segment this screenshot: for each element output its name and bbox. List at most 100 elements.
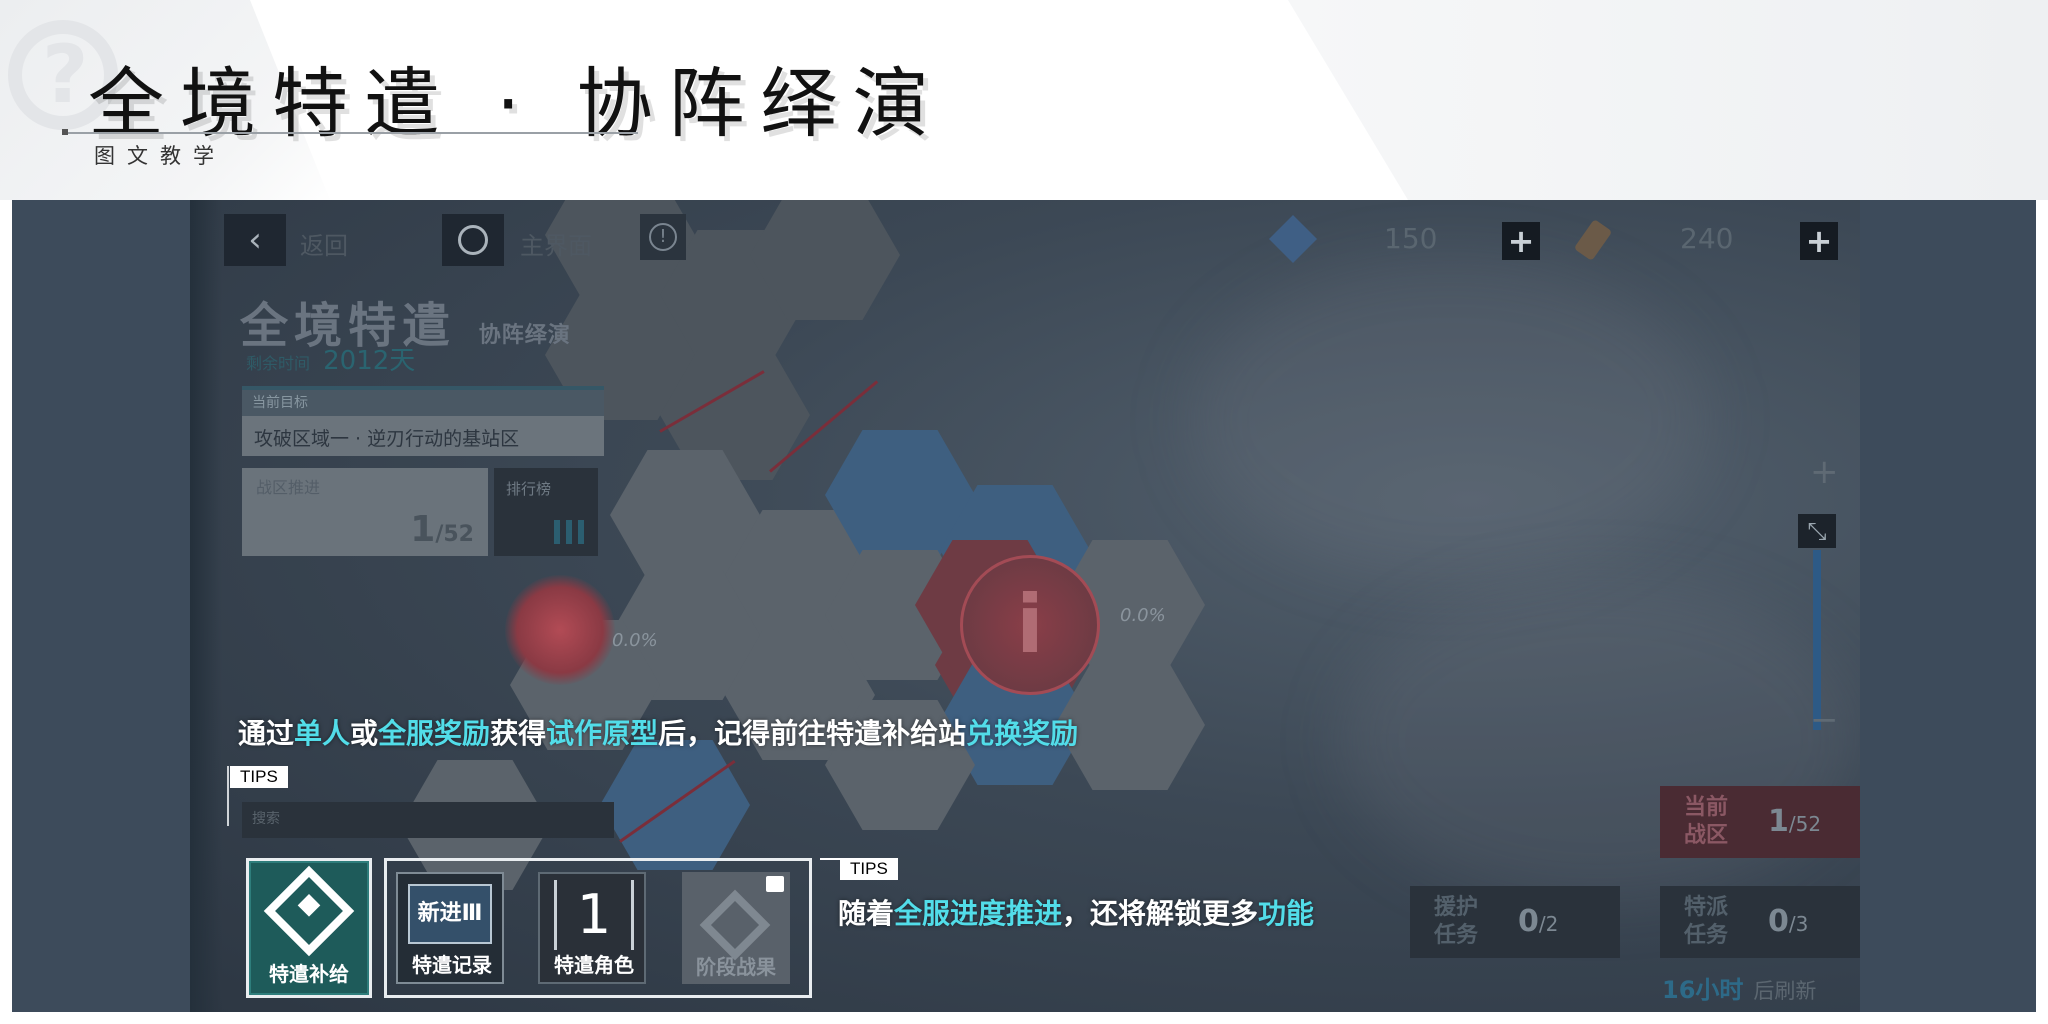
zoom-minus-icon[interactable]: − — [1810, 700, 1839, 740]
stage-title-suffix: 协阵绎演 — [478, 323, 571, 348]
support-task-card[interactable]: 援护任务 0/2 — [1410, 886, 1620, 958]
page-title: 全境特遣 · 协阵绎演 — [88, 59, 945, 148]
page-subtitle: 图文教学 — [94, 144, 226, 168]
map-hex[interactable] — [600, 740, 750, 870]
tips-tag: TIPS — [230, 766, 288, 788]
top-bar: ‹ 返回 主界面 ! 150 + 240 + — [190, 200, 1860, 280]
supply-label: 特遣补给 — [269, 962, 349, 986]
refresh-hours: 16小时 — [1662, 976, 1744, 1004]
bar-chart-icon — [554, 520, 584, 544]
support-task-total: /2 — [1538, 912, 1559, 936]
refresh-suffix: 后刷新 — [1753, 979, 1817, 1003]
supply-button[interactable]: 特遣补给 — [246, 858, 372, 998]
tip-text-part: 获得 — [490, 717, 547, 750]
record-label: 特遣记录 — [412, 953, 492, 977]
record-button[interactable]: 新进Ⅲ 特遣记录 — [396, 872, 504, 984]
tip-text-part: ，还将解锁更多 — [1062, 897, 1259, 930]
support-task-label: 援护任务 — [1434, 895, 1479, 948]
zone-progress-current: 1 — [410, 509, 436, 550]
search-bar[interactable]: 搜索 — [242, 802, 614, 838]
dispatch-task-value: 0 — [1768, 904, 1789, 939]
plus-icon: + — [1805, 222, 1833, 260]
tip-text-part: 通过 — [238, 717, 295, 750]
viewport-edge-shade — [190, 200, 222, 1012]
node-progress-percent: 0.0% — [612, 630, 658, 651]
letterbox-left — [12, 200, 190, 1012]
tip-text-part: 随着 — [838, 897, 895, 930]
support-task-value: 0 — [1518, 904, 1539, 939]
title-divider — [64, 132, 638, 134]
tip-highlight: 全服奖励 — [378, 717, 491, 750]
tip-highlight: 兑换奖励 — [966, 717, 1079, 750]
record-icon: 新进Ⅲ — [408, 884, 492, 944]
leaderboard-label: 排行榜 — [506, 480, 552, 498]
support-task-count: 0/2 — [1518, 904, 1558, 939]
time-remaining-label: 剩余时间 — [246, 354, 311, 373]
game-screenshot: i 0.0% 0.0% ‹ 返回 主界面 ! 150 + 240 + 全境特遣 … — [12, 200, 2036, 1012]
title-divider-dot — [62, 129, 68, 135]
tip-2-connector — [820, 858, 880, 860]
leaderboard-button[interactable]: 排行榜 — [494, 468, 598, 556]
tip-1-text: 通过单人或全服奖励获得试作原型后，记得前往特遣补给站兑换奖励 — [238, 712, 1078, 752]
zone-progress-count: 1/52 — [410, 509, 474, 550]
tip-2-text: 随着全服进度推进，还将解锁更多功能 — [838, 892, 1314, 932]
dice-resource-icon — [1268, 214, 1318, 264]
tutorial-header: 全境特遣 · 协阵绎演 图文教学 — [0, 0, 2048, 200]
refresh-countdown: 16小时 后刷新 — [1662, 970, 1816, 1005]
home-label: 主界面 — [520, 232, 592, 260]
dispatch-task-total: /3 — [1788, 912, 1809, 936]
dispatch-task-card[interactable]: 特派任务 0/3 — [1660, 886, 1860, 958]
tips-tag: TIPS — [840, 858, 898, 880]
stage-result-icon — [699, 889, 771, 961]
flask-resource-icon — [1573, 218, 1613, 262]
home-circle-icon — [458, 225, 488, 255]
stage-result-label: 阶段战果 — [696, 955, 776, 979]
zoom-plus-icon[interactable]: + — [1810, 452, 1839, 492]
time-remaining: 剩余时间 2012天 — [246, 340, 415, 377]
enemy-node[interactable] — [505, 575, 615, 685]
current-goal-panel[interactable]: 当前目标 攻破区域一 · 逆刃行动的基站区 — [242, 386, 604, 456]
stage-result-button[interactable]: 阶段战果 — [682, 872, 790, 984]
role-icon: 1 — [554, 880, 634, 950]
role-button[interactable]: 1 特遣角色 — [538, 872, 646, 984]
current-zone-total: /52 — [1788, 812, 1822, 836]
zone-progress-total: /52 — [435, 522, 474, 547]
current-zone-value: 1 — [1768, 804, 1789, 839]
current-zone-label: 当前战区 — [1684, 795, 1729, 848]
node-progress-percent: 0.0% — [1120, 605, 1166, 626]
home-button[interactable] — [442, 214, 504, 266]
lock-icon — [766, 876, 784, 892]
role-label: 特遣角色 — [554, 953, 634, 977]
add-resource-2-button[interactable]: + — [1800, 222, 1838, 260]
tip-text-part: 后，记得前往特遣补给站 — [658, 717, 967, 750]
current-goal-value: 攻破区域一 · 逆刃行动的基站区 — [242, 416, 604, 456]
tip-text-part: 或 — [350, 717, 379, 750]
cloud-fog — [1190, 260, 1710, 580]
back-button[interactable]: ‹ — [224, 214, 286, 266]
boss-node[interactable]: i — [960, 555, 1100, 695]
resource-2-value: 240 — [1680, 222, 1734, 255]
tip-highlight: 功能 — [1258, 897, 1315, 930]
dispatch-task-label: 特派任务 — [1684, 895, 1729, 948]
supply-diamond-icon — [263, 865, 355, 957]
info-icon: ! — [649, 223, 677, 251]
search-placeholder: 搜索 — [252, 811, 280, 827]
zone-progress-label: 战区推进 — [256, 478, 321, 497]
tip-highlight: 单人 — [294, 717, 351, 750]
current-zone-card[interactable]: 当前战区 1/52 — [1660, 786, 1860, 858]
header-right-slab — [1288, 0, 2048, 200]
plus-icon: + — [1507, 222, 1535, 260]
zone-progress-panel[interactable]: 战区推进 1/52 — [242, 468, 488, 556]
tip-highlight: 全服进度推进 — [894, 897, 1063, 930]
info-button[interactable]: ! — [640, 214, 686, 260]
add-resource-1-button[interactable]: + — [1502, 222, 1540, 260]
resource-1-value: 150 — [1384, 222, 1438, 255]
letterbox-right — [1860, 200, 2036, 1012]
zoom-fit-icon[interactable]: ⤡ — [1798, 514, 1836, 548]
boss-node-glyph: i — [1016, 578, 1044, 671]
time-remaining-value: 2012天 — [323, 346, 416, 376]
tip-highlight: 试作原型 — [546, 717, 659, 750]
back-arrow-icon: ‹ — [248, 220, 262, 260]
current-zone-count: 1/52 — [1768, 804, 1821, 839]
dispatch-task-count: 0/3 — [1768, 904, 1808, 939]
